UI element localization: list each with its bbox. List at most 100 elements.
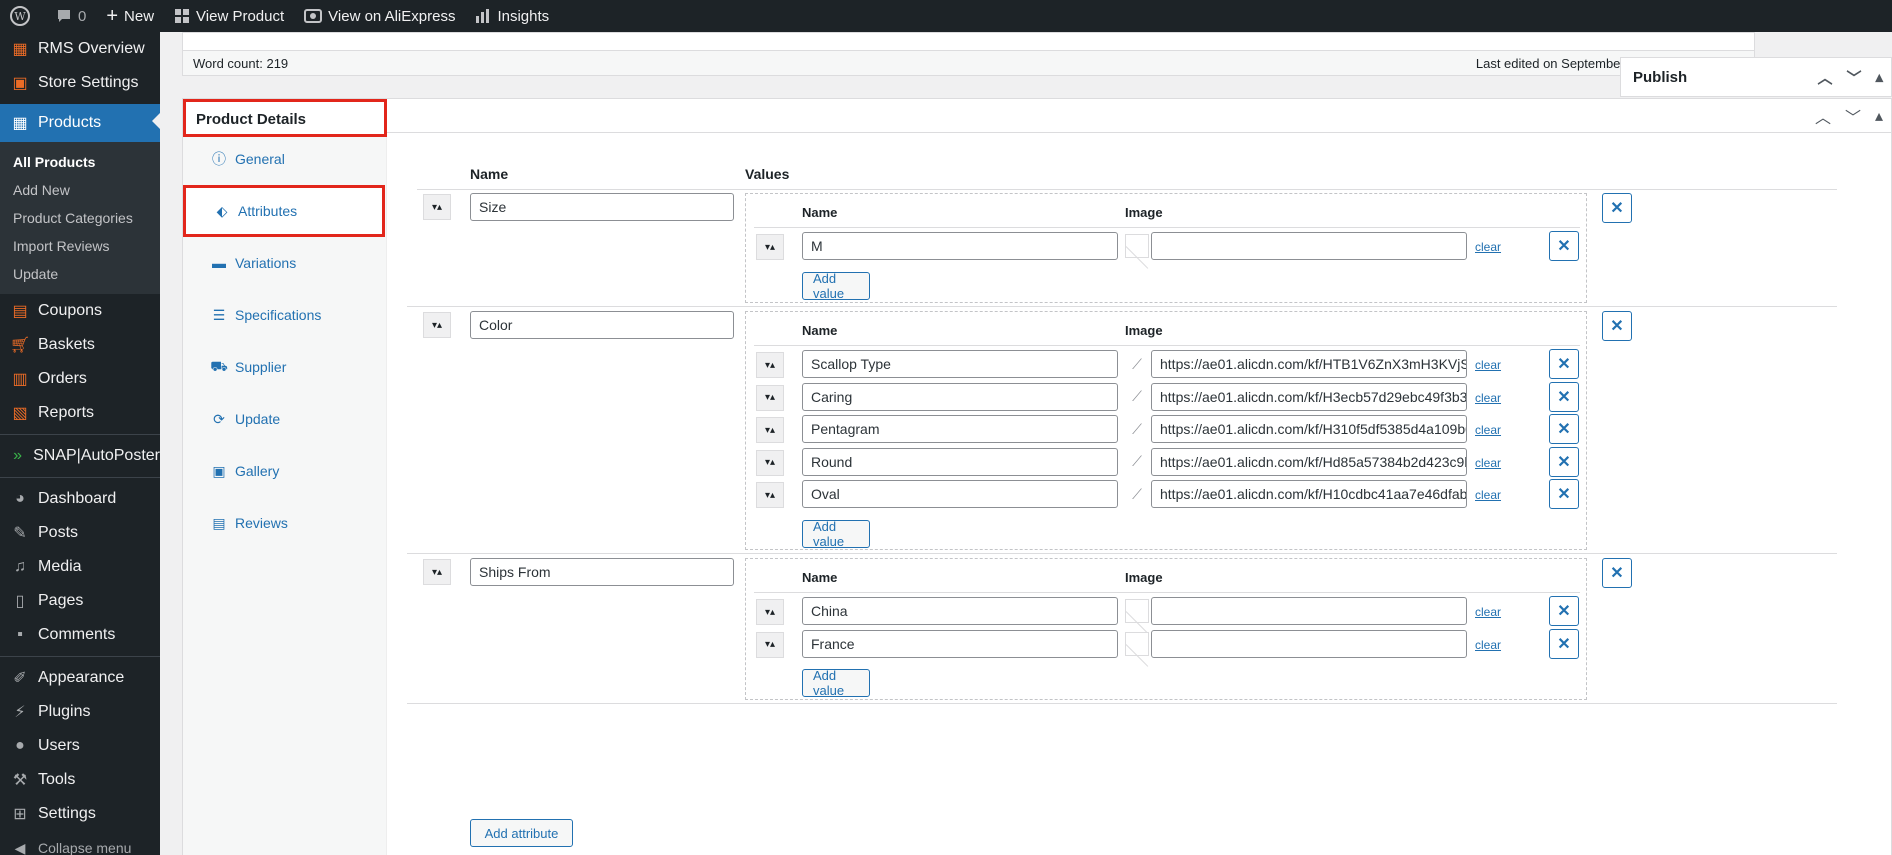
value-name-input[interactable]: Caring [802, 382, 1118, 411]
add-value-button[interactable]: Add value [802, 271, 870, 301]
clear-link[interactable]: clear [1475, 488, 1501, 502]
view-aliexpress-link[interactable]: View on AliExpress [294, 0, 465, 32]
sort-handle-icon[interactable]: ▾▴ [423, 312, 451, 338]
value-name-input[interactable]: Scallop Type [802, 350, 1118, 378]
clear-link[interactable]: clear [1475, 240, 1501, 254]
remove-attribute-button[interactable]: ✕ [1602, 558, 1632, 588]
value-sort-handle-icon[interactable]: ▾▴ [756, 234, 784, 260]
attribute-name-input[interactable]: Color [470, 311, 734, 339]
insights-link[interactable]: Insights [465, 0, 559, 32]
tab-specifications[interactable]: ☰ Specifications [183, 289, 386, 341]
sort-handle-icon[interactable]: ▾▴ [423, 559, 451, 585]
toggle-icon[interactable]: ▴ [1875, 68, 1883, 86]
image-placeholder-icon[interactable] [1125, 599, 1149, 623]
add-attribute-button[interactable]: Add attribute [470, 819, 573, 847]
sort-handle-icon[interactable]: ▾▴ [423, 194, 451, 220]
view-product-link[interactable]: View Product [164, 0, 294, 32]
clear-link[interactable]: clear [1475, 358, 1501, 372]
menu-appearance[interactable]: ✐ Appearance [0, 661, 160, 695]
remove-attribute-button[interactable]: ✕ [1602, 193, 1632, 223]
menu-products[interactable]: ▦ Products [0, 104, 160, 142]
move-up-icon[interactable]: ︿ [1815, 104, 1831, 128]
move-down-icon[interactable]: ﹀ [1846, 67, 1861, 88]
image-url-input[interactable]: https://ae01.alicdn.com/kf/H310f5df5385d… [1151, 415, 1467, 443]
publish-box[interactable]: Publish ︿ ﹀ ▴ [1620, 57, 1892, 97]
value-sort-handle-icon[interactable]: ▾▴ [756, 482, 784, 508]
submenu-import-reviews[interactable]: Import Reviews [0, 232, 160, 260]
tab-gallery[interactable]: ▣ Gallery [183, 445, 386, 497]
value-sort-handle-icon[interactable]: ▾▴ [756, 384, 784, 411]
remove-value-button[interactable]: ✕ [1549, 381, 1579, 412]
image-thumbnail-icon[interactable]: ⟋ [1125, 385, 1149, 409]
image-thumbnail-icon[interactable]: ⟋ [1125, 417, 1149, 441]
image-placeholder-icon[interactable] [1125, 234, 1149, 258]
tab-supplier[interactable]: ⛟ Supplier [183, 341, 386, 393]
value-name-input[interactable]: France [802, 629, 1118, 658]
remove-value-button[interactable]: ✕ [1549, 446, 1579, 477]
value-name-input[interactable]: Pentagram [802, 415, 1118, 443]
image-url-input[interactable]: https://ae01.alicdn.com/kf/Hd85a57384b2d… [1151, 447, 1467, 476]
comments-link[interactable]: 0 [46, 0, 96, 32]
image-url-input[interactable] [1151, 629, 1467, 658]
value-sort-handle-icon[interactable]: ▾▴ [756, 449, 784, 476]
submenu-all-products[interactable]: All Products [0, 148, 160, 176]
collapse-menu-button[interactable]: ◀ Collapse menu [0, 831, 160, 855]
value-name-input[interactable]: M [802, 232, 1118, 260]
remove-value-button[interactable]: ✕ [1549, 596, 1579, 626]
add-value-button[interactable]: Add value [802, 668, 870, 698]
remove-value-button[interactable]: ✕ [1549, 628, 1579, 659]
submenu-add-new[interactable]: Add New [0, 176, 160, 204]
remove-value-button[interactable]: ✕ [1549, 414, 1579, 444]
menu-plugins[interactable]: ⚡︎ Plugins [0, 695, 160, 729]
tab-attributes[interactable]: ⬖ Attributes [183, 185, 385, 237]
menu-snap-autoposter[interactable]: » SNAP|AutoPoster [0, 439, 160, 473]
image-url-input[interactable]: https://ae01.alicdn.com/kf/HTB1V6ZnX3mH3… [1151, 350, 1467, 378]
menu-pages[interactable]: ▯ Pages [0, 584, 160, 618]
tab-update[interactable]: ⟳ Update [183, 393, 386, 445]
menu-media[interactable]: ♫ Media [0, 550, 160, 584]
value-sort-handle-icon[interactable]: ▾▴ [756, 352, 784, 378]
remove-value-button[interactable]: ✕ [1549, 479, 1579, 509]
value-name-input[interactable]: Round [802, 447, 1118, 476]
clear-link[interactable]: clear [1475, 605, 1501, 619]
add-value-button[interactable]: Add value [802, 519, 870, 549]
menu-orders[interactable]: ▥ Orders [0, 362, 160, 396]
menu-settings[interactable]: ⊞ Settings [0, 797, 160, 831]
menu-rms-overview[interactable]: ▦ RMS Overview [0, 32, 160, 66]
clear-link[interactable]: clear [1475, 638, 1501, 652]
menu-store-settings[interactable]: ▣ Store Settings [0, 66, 160, 100]
image-url-input[interactable] [1151, 597, 1467, 625]
move-up-icon[interactable]: ︿ [1817, 67, 1832, 88]
image-url-input[interactable]: https://ae01.alicdn.com/kf/H3ecb57d29ebc… [1151, 382, 1467, 411]
image-url-input[interactable] [1151, 232, 1467, 260]
attribute-name-input[interactable]: Size [470, 193, 734, 221]
remove-attribute-button[interactable]: ✕ [1602, 311, 1632, 341]
move-down-icon[interactable]: ﹀ [1845, 104, 1861, 128]
value-name-input[interactable]: China [802, 597, 1118, 625]
wordpress-logo-icon[interactable]: W [0, 0, 46, 32]
submenu-product-categories[interactable]: Product Categories [0, 204, 160, 232]
new-link[interactable]: + New [96, 0, 164, 32]
menu-dashboard[interactable]: ◕ Dashboard [0, 482, 160, 516]
clear-link[interactable]: clear [1475, 391, 1501, 405]
menu-coupons[interactable]: ▤ Coupons [0, 294, 160, 328]
menu-baskets[interactable]: 🛒︎ Baskets [0, 328, 160, 362]
image-thumbnail-icon[interactable]: ⟋ [1125, 482, 1149, 506]
toggle-icon[interactable]: ▴ [1875, 106, 1883, 126]
submenu-update[interactable]: Update [0, 260, 160, 288]
image-placeholder-icon[interactable] [1125, 631, 1149, 656]
clear-link[interactable]: clear [1475, 423, 1501, 437]
value-sort-handle-icon[interactable]: ▾▴ [756, 599, 784, 625]
value-sort-handle-icon[interactable]: ▾▴ [756, 417, 784, 443]
value-sort-handle-icon[interactable]: ▾▴ [756, 631, 784, 658]
menu-tools[interactable]: ⚒ Tools [0, 763, 160, 797]
tab-general[interactable]: ⓘ General [183, 133, 386, 185]
menu-comments[interactable]: ▪ Comments [0, 618, 160, 652]
clear-link[interactable]: clear [1475, 456, 1501, 470]
image-thumbnail-icon[interactable]: ⟋ [1125, 352, 1149, 376]
remove-value-button[interactable]: ✕ [1549, 349, 1579, 379]
tab-reviews[interactable]: ▤ Reviews [183, 497, 386, 549]
attribute-name-input[interactable]: Ships From [470, 558, 734, 586]
value-name-input[interactable]: Oval [802, 480, 1118, 508]
remove-value-button[interactable]: ✕ [1549, 231, 1579, 261]
